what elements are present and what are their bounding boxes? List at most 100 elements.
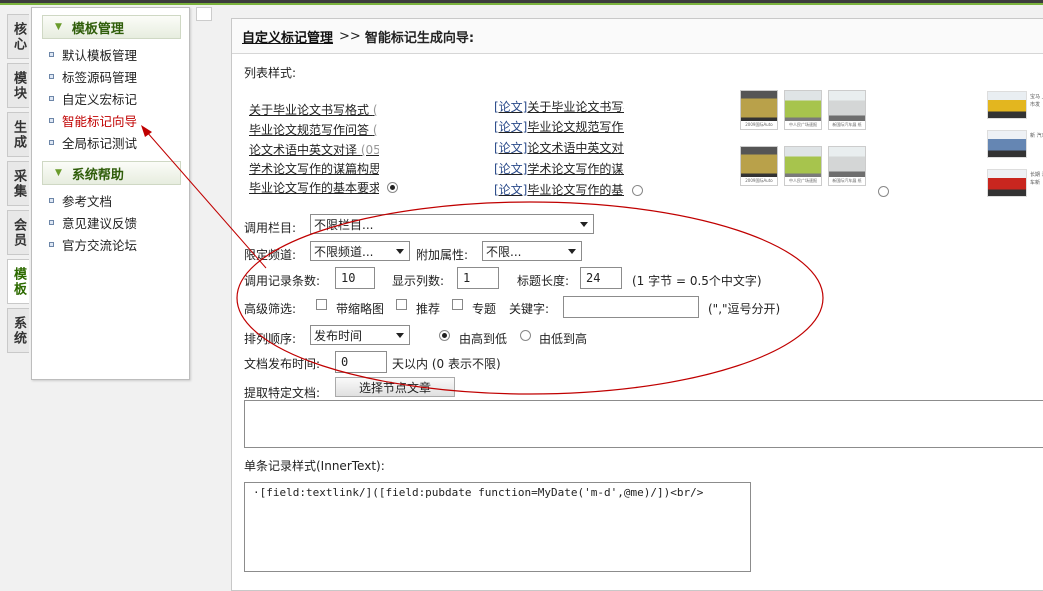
keyword-input[interactable] [563,296,699,318]
order-label: 排列顺序: [244,332,297,346]
attribute-label: 附加属性: [416,248,469,262]
chevron-down-icon [396,248,404,254]
extract-label: 提取特定文档: [244,386,321,400]
filter-recommend-checkbox[interactable] [396,299,407,310]
menu-section-template-manage[interactable]: ▼ 模板管理 [42,15,181,39]
title-length-label: 标题长度: [517,274,570,288]
channel-select[interactable]: 不限频道... [310,241,410,261]
bullet-icon [49,51,54,57]
menu-item-label: 意见建议反馈 [62,215,138,231]
menu-section-title: 模板管理 [71,21,124,37]
style1-link[interactable]: 关于毕业论文书写格式 ( [249,101,379,118]
menu-item-label: 默认模板管理 [62,47,138,63]
tab-template[interactable]: 模板 [7,259,29,304]
thumbnail-image [987,130,1027,158]
style1-link[interactable]: 论文术语中英文对译 (05 [249,141,379,158]
side-text: 长期 汽车新 [1030,172,1043,186]
main-panel: 自定义标记管理 >> 智能标记生成向导: 列表样式: 关于毕业论文书写格式 ( … [231,18,1043,591]
record-count-label: 调用记录条数: [244,274,321,288]
vertical-tab-strip: 核心 模块 生成 采集 会员 模板 系统 [7,14,31,357]
style1-link[interactable]: 毕业论文写作的基本要求 [249,179,379,196]
style2-link[interactable]: [论文]论文术语中英文对词 [494,139,624,156]
pubtime-label: 文档发布时间: [244,357,321,371]
menu-item-feedback[interactable]: 意见建议反馈 [32,211,189,233]
style1-link[interactable]: 毕业论文规范写作问答 ( [249,121,379,138]
pubtime-input[interactable]: 0 [335,351,387,373]
menu-item-label: 全局标记测试 [62,135,138,151]
title-length-hint: (1 字节 = 0.5个中文字) [632,274,762,288]
bullet-icon [49,241,54,247]
menu-item-reference-docs[interactable]: 参考文档 [32,189,189,211]
style2-link[interactable]: [论文]毕业论文规范写作间 [494,118,624,135]
menu-section-system-help[interactable]: ▼ 系统帮助 [42,161,181,185]
filter-thumb-checkbox[interactable] [316,299,327,310]
breadcrumb-separator: >> [339,28,361,44]
menu-item-label: 标签源码管理 [62,69,138,85]
bullet-icon [49,117,54,123]
menu-item-label: 官方交流论坛 [62,237,138,253]
tab-system[interactable]: 系统 [7,308,29,353]
select-node-articles-button[interactable]: 选择节点文章 [335,377,455,397]
filter-topic-checkbox[interactable] [452,299,463,310]
menu-item-global-tag-test[interactable]: 全局标记测试 [32,131,189,153]
bullet-icon [49,73,54,79]
collapse-handle[interactable] [196,7,212,21]
filter-recommend-label: 推荐 [416,302,441,316]
breadcrumb: 自定义标记管理 >> 智能标记生成向导: [232,19,1043,54]
style2-radio[interactable] [632,185,643,196]
display-cols-input[interactable]: 1 [457,267,499,289]
keyword-label: 关键字: [509,302,550,316]
channel-label: 限定频道: [244,248,297,262]
order-asc-label: 由低到高 [539,332,588,346]
menu-item-official-forum[interactable]: 官方交流论坛 [32,233,189,255]
thumbnail-image: 中人民广场速报 [784,146,822,186]
tab-generate[interactable]: 生成 [7,112,29,157]
filter-topic-label: 专题 [472,302,497,316]
menu-item-custom-macro[interactable]: 自定义宏标记 [32,87,189,109]
chevron-down-icon [568,248,576,254]
style2-link[interactable]: [论文]毕业论文写作的基本 [494,181,624,198]
style1-radio[interactable] [387,182,398,193]
title-length-input[interactable]: 24 [580,267,622,289]
bullet-icon [49,219,54,225]
order-select[interactable]: 发布时间 [310,325,410,345]
thumbnail-image: 2009国际Auto Show [740,146,778,186]
order-asc-radio[interactable] [520,330,531,341]
innertext-textarea[interactable]: ·[field:textlink/]([field:pubdate functi… [244,482,751,572]
column-label: 调用栏目: [244,221,297,235]
order-desc-radio[interactable] [439,330,450,341]
pubtime-hint: 天以内 (0 表示不限) [392,357,501,371]
tab-member[interactable]: 会员 [7,210,29,255]
tab-module[interactable]: 模块 [7,63,29,108]
bullet-icon [49,197,54,203]
thumbnail-image: 2009国际Auto Show [740,90,778,130]
style2-link[interactable]: [论文]学术论文写作的谋篇 [494,160,624,177]
style3-radio[interactable] [878,186,889,197]
collapse-triangle-icon: ▼ [55,22,62,32]
tab-collect[interactable]: 采集 [7,161,29,206]
top-bar-accent [0,3,1043,5]
tab-core[interactable]: 核心 [7,14,29,59]
thumbnail-image: 新国际汽车展 纸 [828,146,866,186]
breadcrumb-current: 智能标记生成向导: [364,30,475,46]
collapse-triangle-icon: ▼ [55,168,62,178]
style2-link[interactable]: [论文]关于毕业论文书写标 [494,98,624,115]
breadcrumb-link[interactable]: 自定义标记管理 [242,27,333,46]
keyword-hint: (","逗号分开) [708,302,781,316]
extract-docs-textarea[interactable] [244,400,1043,448]
menu-item-tag-source[interactable]: 标签源码管理 [32,65,189,87]
thumbnail-image: 新国际汽车展 纸 [828,90,866,130]
thumbnail-image [987,91,1027,119]
style1-link[interactable]: 学术论文写作的谋篇构思 [249,160,379,177]
attribute-select[interactable]: 不限... [482,241,582,261]
menu-item-default-templates[interactable]: 默认模板管理 [32,43,189,65]
thumbnail-image: 中人民广场速报 [784,90,822,130]
filter-label: 高级筛选: [244,302,297,316]
menu-item-label: 参考文档 [62,193,113,209]
chevron-down-icon [580,221,588,227]
column-select[interactable]: 不限栏目... [310,214,594,234]
menu-item-smart-tag-wizard[interactable]: 智能标记向导 [32,109,189,131]
thumbnail-image [987,169,1027,197]
sidebar-menu: ▼ 模板管理 默认模板管理 标签源码管理 自定义宏标记 智能标记向导 全局标记测… [31,7,190,380]
record-count-input[interactable]: 10 [335,267,375,289]
